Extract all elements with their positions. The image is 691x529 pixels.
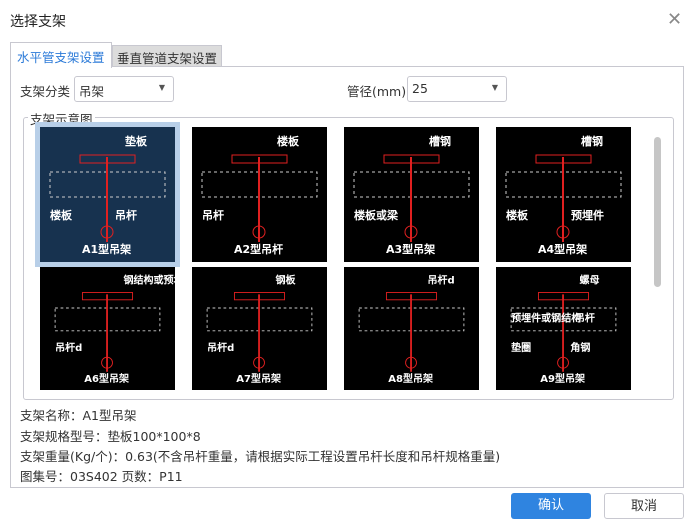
thumbnail-callout: 楼板 (277, 134, 300, 148)
bracket-diagram: 钢板吊杆d A7型吊架 (206, 273, 313, 385)
bracket-thumbnail[interactable]: 楼板吊杆 A2型吊杆 (192, 127, 327, 262)
thumbnail-callout: 楼板 (50, 208, 73, 222)
thumbnail-name: A1型吊架 (82, 242, 131, 256)
bracket-diagram: 钢结构或预埋件吊杆d A6型吊架 (54, 273, 175, 385)
thumbnail-callout: 钢结构或预埋件 (123, 273, 175, 286)
thumbnail-callout: 楼板或梁 (354, 208, 399, 222)
thumbnail-name: A8型吊架 (388, 372, 433, 385)
thumbnail-callout: 槽钢 (429, 134, 451, 148)
bracket-thumbnail[interactable]: 钢结构或预埋件吊杆d A6型吊架 (40, 267, 175, 390)
bracket-diagram: 垫板楼板 吊杆 A1型吊架 (49, 134, 166, 256)
thumbnail-name: A9型吊架 (540, 372, 585, 385)
thumbnail-callout: 吊杆d (55, 341, 82, 354)
tab-vertical[interactable]: 垂直管道支架设置 (112, 45, 223, 66)
thumbnail-callout: 槽钢 (581, 134, 603, 148)
scrollbar[interactable] (654, 137, 661, 287)
atlas-number: 图集号：03S402 页数：P11 (20, 469, 183, 484)
category-select[interactable]: 吊架 ▼ (74, 76, 174, 102)
bracket-diagram: 吊杆d A8型吊架 (358, 273, 465, 385)
gallery-title: 支架示意图 (28, 109, 95, 128)
diameter-label: 管径(mm) (347, 84, 407, 99)
bracket-diagram: 螺母垫圈 角钢吊杆预埋件或钢结构 A9型吊架 (510, 273, 617, 385)
cancel-button[interactable]: 取消 (604, 493, 684, 519)
bracket-weight: 支架重量(Kg/个)：0.63(不含吊杆重量，请根据实际工程设置吊杆长度和吊杆规… (20, 449, 501, 464)
thumbnail-callout: 楼板 (506, 208, 529, 222)
thumbnail-name: A3型吊架 (386, 242, 435, 256)
bracket-diagram: 楼板吊杆 A2型吊杆 (201, 134, 318, 256)
thumbnail-callout: 吊杆d (207, 341, 234, 354)
thumbnail-callout: 吊杆d (427, 273, 454, 286)
chevron-down-icon: ▼ (158, 83, 165, 92)
thumbnail-callout: 螺母 (579, 273, 599, 286)
chevron-down-icon: ▼ (491, 83, 498, 92)
bracket-thumbnail[interactable]: 槽钢楼板或梁 A3型吊架 (344, 127, 479, 262)
thumbnail-callout: 吊杆 (115, 208, 137, 222)
category-label: 支架分类 (20, 84, 71, 99)
bracket-thumbnail[interactable]: 吊杆d A8型吊架 (344, 267, 479, 390)
bracket-diagram: 槽钢楼板或梁 A3型吊架 (353, 134, 470, 256)
confirm-button[interactable]: 确认 (511, 493, 591, 519)
bracket-diagram: 槽钢楼板 预埋件 A4型吊架 (505, 134, 622, 256)
thumbnail-callout: 角钢 (570, 341, 590, 354)
category-value: 吊架 (79, 84, 105, 99)
thumbnail-callout: 钢板 (275, 273, 296, 286)
diameter-value: 25 (412, 81, 428, 96)
bracket-thumbnail[interactable]: 钢板吊杆d A7型吊架 (192, 267, 327, 390)
bracket-thumbnail[interactable]: 垫板楼板 吊杆 A1型吊架 (35, 122, 180, 267)
dialog-title: 选择支架 (10, 14, 66, 30)
close-icon[interactable]: ✕ (667, 9, 682, 30)
thumbnail-callout: 垫圈 (511, 341, 531, 354)
thumbnail-name: A7型吊架 (236, 372, 281, 385)
bracket-thumbnail[interactable]: 槽钢楼板 预埋件 A4型吊架 (496, 127, 631, 262)
bracket-thumbnail[interactable]: 螺母 垫圈 角钢 吊杆 预埋件或钢结构 A9型吊架 (496, 267, 631, 390)
thumbnail-callout: 垫板 (125, 134, 148, 148)
thumbnail-name: A2型吊杆 (234, 242, 283, 256)
diameter-select[interactable]: 25 ▼ (407, 76, 507, 102)
thumbnail-name: A6型吊架 (84, 372, 129, 385)
thumbnail-name: A4型吊架 (538, 242, 587, 256)
bracket-spec: 支架规格型号：垫板100*100*8 (20, 429, 201, 444)
thumbnail-callout: 吊杆 (202, 208, 224, 222)
tab-horizontal[interactable]: 水平管支架设置 (10, 42, 112, 68)
thumbnail-callout: 预埋件或钢结构 (511, 312, 581, 325)
thumbnail-callout: 预埋件 (571, 208, 604, 222)
bracket-name: 支架名称：A1型吊架 (20, 408, 137, 423)
